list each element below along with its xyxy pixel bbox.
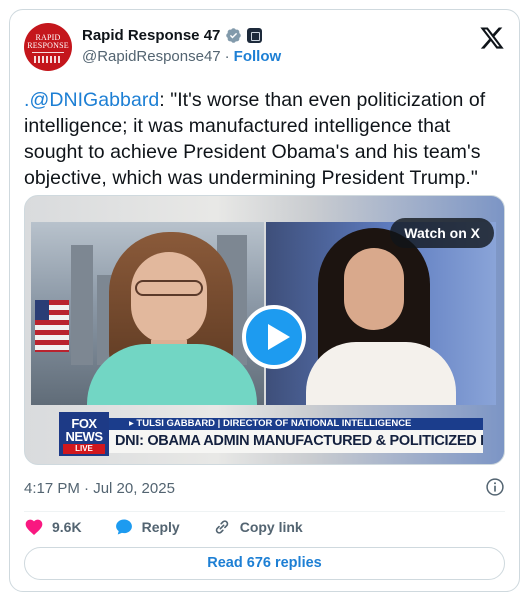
- anchor-face: [131, 252, 207, 344]
- read-replies-button[interactable]: Read 676 replies: [24, 547, 505, 580]
- timestamp[interactable]: 4:17 PM · Jul 20, 2025: [24, 480, 175, 497]
- verified-badge-icon: [226, 28, 242, 43]
- avatar-columns-graphic: [34, 56, 62, 63]
- separator: ·: [224, 48, 230, 65]
- avatar-divider: [32, 52, 64, 53]
- x-logo-icon[interactable]: [479, 25, 505, 51]
- action-bar: 9.6K Reply Copy link: [24, 516, 335, 538]
- chyron-subtitle: ▸ TULSI GABBARD | DIRECTOR OF NATIONAL I…: [109, 418, 483, 430]
- name-row: Rapid Response 47: [82, 27, 263, 44]
- us-flag-graphic: [35, 300, 69, 352]
- guest-face: [344, 248, 404, 330]
- handle[interactable]: @RapidResponse47: [82, 48, 221, 65]
- handle-row: @RapidResponse47 · Follow: [82, 48, 281, 65]
- heart-icon: [25, 519, 43, 535]
- follow-button[interactable]: Follow: [234, 48, 282, 65]
- mention-link[interactable]: .@DNIGabbard: [24, 89, 159, 111]
- tweet-text: .@DNIGabbard: "It's worse than even poli…: [24, 87, 514, 191]
- anchor-glasses: [135, 280, 203, 296]
- guest-video-panel: [266, 222, 496, 405]
- video-player[interactable]: Watch on X FOX NEWS LIVE ▸ TULSI GABBARD…: [24, 195, 505, 465]
- tweet-header: RAPID RESPONSE Rapid Response 47 @RapidR…: [24, 23, 505, 73]
- guest-jacket: [306, 342, 456, 405]
- info-icon[interactable]: [485, 477, 505, 497]
- avatar[interactable]: RAPID RESPONSE: [24, 23, 72, 71]
- speech-bubble-icon: [115, 519, 132, 535]
- copy-link-label: Copy link: [239, 519, 303, 535]
- link-icon: [215, 520, 228, 534]
- like-count: 9.6K: [52, 519, 82, 535]
- anchor-video-panel: [31, 222, 264, 405]
- divider: [24, 511, 505, 512]
- reply-button[interactable]: Reply: [114, 517, 180, 537]
- chyron-headline: DNI: OBAMA ADMIN MANUFACTURED & POLITICI…: [109, 430, 483, 453]
- government-badge-icon: [247, 28, 263, 43]
- play-icon[interactable]: [242, 305, 306, 369]
- fox-news-logo: FOX NEWS LIVE: [59, 412, 109, 456]
- display-name[interactable]: Rapid Response 47: [82, 27, 220, 44]
- watch-on-x-button[interactable]: Watch on X: [390, 218, 494, 248]
- reply-label: Reply: [141, 519, 180, 535]
- building-graphic: [71, 245, 93, 365]
- like-button[interactable]: 9.6K: [24, 517, 82, 537]
- tweet-card: RAPID RESPONSE Rapid Response 47 @RapidR…: [9, 9, 520, 592]
- copy-link-button[interactable]: Copy link: [212, 517, 303, 537]
- avatar-text: RAPID RESPONSE: [27, 33, 69, 50]
